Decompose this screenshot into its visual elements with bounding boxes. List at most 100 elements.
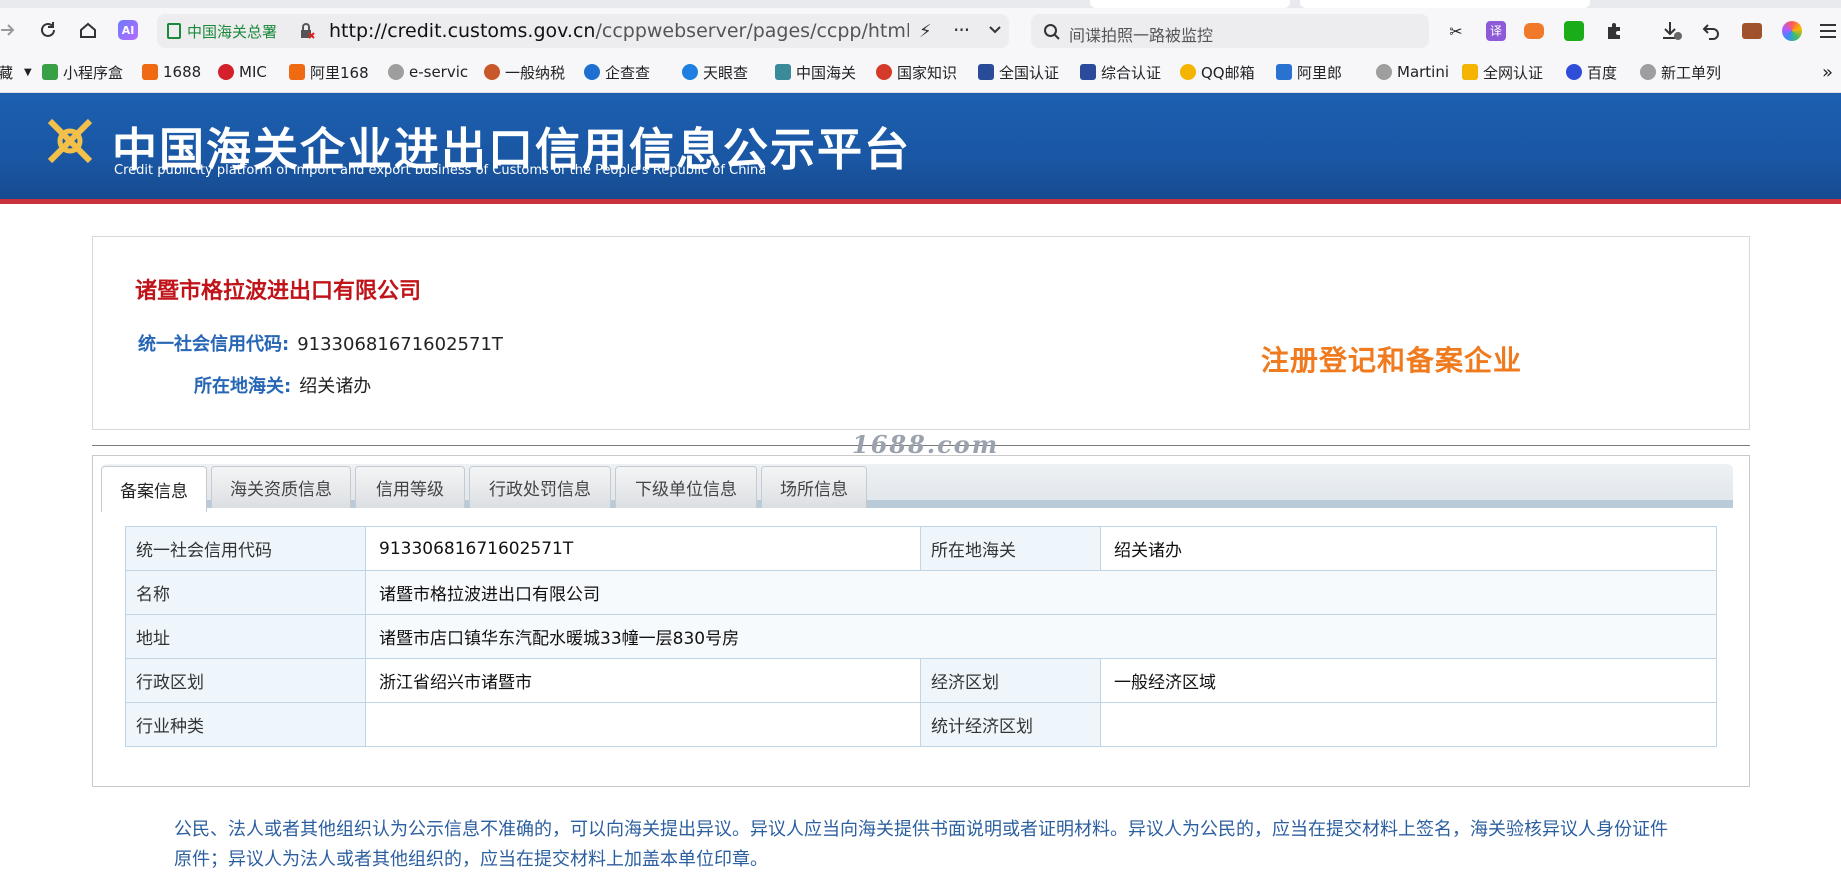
- tab-premises-info[interactable]: 场所信息: [761, 466, 867, 508]
- bookmark-item[interactable]: 企查查: [584, 62, 650, 82]
- undo-icon[interactable]: [1700, 19, 1724, 43]
- caret-down-icon: ▼: [24, 66, 32, 78]
- bookmark-label: 阿里郎: [1297, 63, 1343, 82]
- bookmark-label: 新工单列: [1661, 63, 1722, 82]
- tab-strip: [0, 0, 1841, 8]
- bookmark-item[interactable]: MIC: [218, 62, 267, 82]
- bookmark-label: MIC: [239, 63, 267, 81]
- banner-divider: [0, 199, 1841, 204]
- bookmark-item[interactable]: 1688: [142, 62, 201, 82]
- briefcase-icon[interactable]: [1740, 19, 1764, 43]
- bookmark-item[interactable]: 国家知识: [876, 62, 957, 82]
- search-icon: [1043, 23, 1061, 45]
- site-banner: 中国海关企业进出口信用信息公示平台 Credit publicity platf…: [0, 93, 1841, 201]
- bookmark-item[interactable]: e-servic: [388, 62, 468, 82]
- translate-icon[interactable]: 译: [1484, 19, 1508, 43]
- search-box[interactable]: 间谍拍照一路被监控: [1031, 14, 1429, 48]
- tab-customs-qualification[interactable]: 海关资质信息: [211, 466, 351, 508]
- bookmark-favicon-icon: [1276, 64, 1292, 80]
- game-controller-icon[interactable]: [1522, 19, 1546, 43]
- scissors-icon[interactable]: ✂: [1444, 19, 1468, 43]
- bookmark-favicon-icon: [42, 64, 58, 80]
- menu-icon[interactable]: [1816, 19, 1840, 43]
- customs-label: 所在地海关:: [194, 376, 292, 397]
- wechat-icon[interactable]: [1562, 19, 1586, 43]
- bookmark-favicon-icon: [1376, 64, 1392, 80]
- bookmark-label: 阿里168: [310, 63, 369, 82]
- browser-tab[interactable]: [1300, 0, 1590, 8]
- table-value: 一般经济区域: [1100, 658, 1717, 703]
- site-subtitle: Credit publicity platform of import and …: [114, 163, 767, 178]
- bookmark-favicon-icon: [1180, 64, 1196, 80]
- bookmark-item[interactable]: QQ邮箱: [1180, 62, 1255, 82]
- chevron-down-icon[interactable]: [987, 21, 1003, 41]
- lightning-icon[interactable]: ⚡: [919, 21, 932, 42]
- bookmark-item[interactable]: 阿里郎: [1276, 62, 1342, 82]
- bookmark-label: QQ邮箱: [1201, 63, 1255, 82]
- table-value: 91330681671602571T: [365, 526, 921, 571]
- forward-icon[interactable]: [0, 16, 22, 44]
- table-value: [365, 702, 921, 747]
- site-identity[interactable]: 中国海关总署: [167, 20, 277, 42]
- bookmark-favicon-icon: [1080, 64, 1096, 80]
- bookmark-favicon-icon: [484, 64, 500, 80]
- bookmark-favicon-icon: [1462, 64, 1478, 80]
- browser-toolbar: AI 中国海关总署 http://credit.customs.gov.cn/c…: [0, 8, 1841, 52]
- customs-row: 所在地海关: 绍关诸办: [194, 372, 371, 398]
- reload-icon[interactable]: [34, 16, 62, 44]
- bookmark-label: 全国认证: [999, 63, 1060, 82]
- bookmark-favicon-icon: [388, 64, 404, 80]
- bookmark-item[interactable]: 新工单列: [1640, 62, 1721, 82]
- bookmark-item[interactable]: Martini: [1376, 62, 1449, 82]
- bookmarks-overflow-icon[interactable]: »: [1822, 62, 1833, 83]
- ai-circle-icon[interactable]: [1780, 19, 1804, 43]
- address-bar[interactable]: 中国海关总署 http://credit.customs.gov.cn/ccpp…: [157, 14, 1009, 48]
- tab-credit-rating[interactable]: 信用等级: [355, 466, 465, 508]
- table-row: 名称 诸暨市格拉波进出口有限公司: [125, 570, 1717, 615]
- bookmarks-bar: 藏 ▼ 小程序盒 1688 MIC 阿里168 e-servic 一般纳税 企查查…: [0, 52, 1841, 93]
- table-value: [1100, 702, 1717, 747]
- bookmark-item[interactable]: 阿里168: [289, 62, 369, 82]
- bookmark-label: e-servic: [409, 63, 469, 81]
- table-row: 行政区划 浙江省绍兴市诸暨市 经济区划 一般经济区域: [125, 658, 1717, 703]
- bookmark-item[interactable]: 小程序盒: [42, 62, 123, 82]
- search-placeholder: 间谍拍照一路被监控: [1069, 26, 1214, 45]
- ai-assistant-icon[interactable]: AI: [114, 16, 142, 44]
- table-label: 所在地海关: [920, 526, 1101, 571]
- tab-subsidiary-units[interactable]: 下级单位信息: [615, 466, 757, 508]
- bookmark-favicon-icon: [584, 64, 600, 80]
- home-icon[interactable]: [74, 16, 102, 44]
- customs-value: 绍关诸办: [299, 376, 372, 397]
- extensions-puzzle-icon[interactable]: [1602, 19, 1626, 43]
- bookmark-folder[interactable]: 藏 ▼: [0, 62, 32, 82]
- insecure-lock-icon[interactable]: [299, 23, 315, 39]
- bookmark-favicon-icon: [289, 64, 305, 80]
- downloads-icon[interactable]: [1660, 19, 1684, 43]
- bookmark-item[interactable]: 全国认证: [978, 62, 1059, 82]
- table-label: 统一社会信用代码: [125, 526, 366, 571]
- table-row: 行业种类 统计经济区划: [125, 702, 1717, 747]
- bookmark-label: 全网认证: [1483, 63, 1544, 82]
- table-value: 绍关诸办: [1100, 526, 1717, 571]
- bookmark-item[interactable]: 百度: [1566, 62, 1617, 82]
- bookmark-favicon-icon: [1640, 64, 1656, 80]
- bookmark-label: 小程序盒: [63, 63, 124, 82]
- bookmark-item[interactable]: 中国海关: [775, 62, 856, 82]
- credit-code-value: 91330681671602571T: [297, 334, 503, 355]
- bookmark-favicon-icon: [682, 64, 698, 80]
- more-icon[interactable]: ···: [953, 18, 970, 42]
- browser-tab[interactable]: [1090, 0, 1290, 8]
- url-text[interactable]: http://credit.customs.gov.cn/ccppwebserv…: [329, 20, 909, 42]
- bookmark-item[interactable]: 天眼查: [682, 62, 748, 82]
- bookmark-item[interactable]: 一般纳税: [484, 62, 565, 82]
- bookmark-favicon-icon: [775, 64, 791, 80]
- tab-administrative-penalty[interactable]: 行政处罚信息: [469, 466, 611, 508]
- table-label: 行政区划: [125, 658, 366, 703]
- info-panel: 备案信息 海关资质信息 信用等级 行政处罚信息 下级单位信息 场所信息 统一社会…: [92, 455, 1750, 787]
- bookmark-favicon-icon: [142, 64, 158, 80]
- bookmark-item[interactable]: 全网认证: [1462, 62, 1543, 82]
- table-value: 诸暨市格拉波进出口有限公司: [365, 570, 1717, 615]
- bookmark-label: 1688: [163, 63, 202, 81]
- tab-filing-info[interactable]: 备案信息: [101, 466, 207, 512]
- bookmark-item[interactable]: 综合认证: [1080, 62, 1161, 82]
